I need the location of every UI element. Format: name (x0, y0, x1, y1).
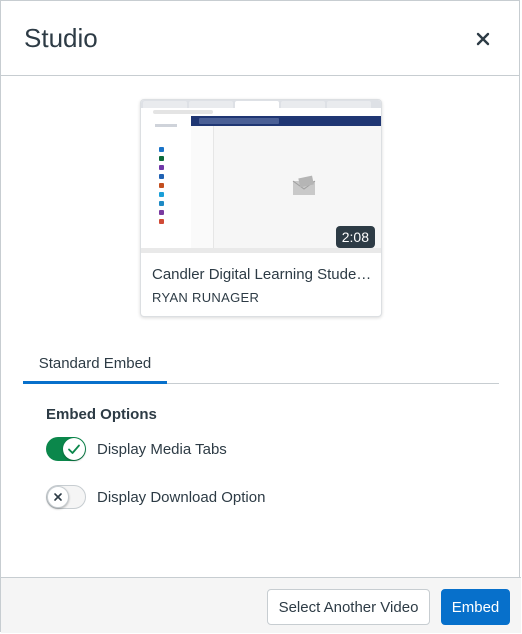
video-card[interactable]: 2:08 Candler Digital Learning Studen... … (140, 99, 382, 317)
tab-standard-embed[interactable]: Standard Embed (23, 346, 167, 384)
display-download-option[interactable]: Display Download Option (46, 483, 265, 511)
video-duration-badge: 2:08 (335, 226, 375, 248)
video-author: RYAN RUNAGER (152, 290, 260, 305)
select-another-video-button[interactable]: Select Another Video (267, 589, 430, 625)
modal-title: Studio (24, 23, 98, 53)
embed-tabs: Standard Embed (23, 346, 499, 384)
display-media-tabs-option[interactable]: Display Media Tabs (46, 435, 227, 463)
close-button[interactable] (471, 27, 495, 51)
embed-options-heading: Embed Options (46, 406, 157, 423)
modal-footer: Select Another Video Embed (1, 577, 521, 633)
checkmark-icon (68, 444, 80, 454)
video-title: Candler Digital Learning Studen... (152, 266, 377, 283)
display-download-label: Display Download Option (97, 488, 266, 506)
display-media-tabs-label: Display Media Tabs (97, 440, 227, 458)
close-icon (476, 32, 490, 46)
embed-button[interactable]: Embed (441, 589, 510, 625)
studio-modal: Studio 2:08 Candler Digital Learning Stu… (0, 0, 521, 633)
display-media-tabs-toggle[interactable] (46, 437, 86, 461)
display-download-toggle[interactable] (46, 485, 86, 509)
modal-header: Studio (1, 1, 519, 76)
x-icon (54, 493, 62, 501)
